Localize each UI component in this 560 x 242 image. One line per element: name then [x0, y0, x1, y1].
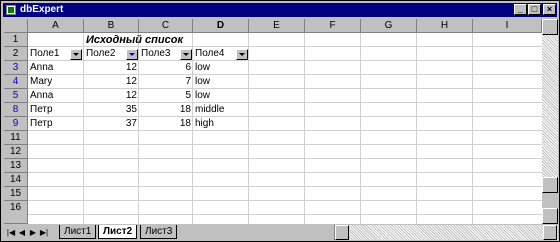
- gridline: [28, 144, 542, 145]
- row-header[interactable]: 14: [4, 173, 28, 187]
- data-cell[interactable]: low: [193, 75, 249, 89]
- column-header-f[interactable]: F: [305, 19, 361, 33]
- row-header[interactable]: 16: [4, 201, 28, 224]
- prev-sheet-icon[interactable]: ◀: [17, 226, 27, 239]
- column-header-d[interactable]: D: [193, 19, 249, 33]
- data-cell[interactable]: 18: [139, 103, 193, 117]
- row-header[interactable]: 1: [4, 33, 28, 47]
- minimize-button[interactable]: _: [514, 4, 527, 15]
- row-header[interactable]: 8: [4, 103, 28, 117]
- first-sheet-icon[interactable]: |◀: [6, 226, 16, 239]
- sheet-tab-active[interactable]: Лист2: [98, 225, 138, 239]
- data-cell[interactable]: 5: [139, 89, 193, 103]
- gridline: [304, 33, 305, 224]
- row-header[interactable]: 15: [4, 187, 28, 201]
- app-icon[interactable]: [6, 5, 16, 15]
- data-cell[interactable]: 12: [84, 89, 139, 103]
- vertical-scrollbar[interactable]: [542, 19, 558, 224]
- data-cell[interactable]: Петр: [28, 103, 84, 117]
- window-title: dbExpert: [20, 4, 64, 15]
- gridline: [28, 214, 542, 215]
- data-cell[interactable]: low: [193, 89, 249, 103]
- close-button[interactable]: ×: [543, 4, 556, 15]
- column-header-c[interactable]: C: [139, 19, 193, 33]
- filter-dropdown-field1[interactable]: [70, 49, 82, 60]
- select-all-corner[interactable]: [4, 19, 28, 33]
- sheet-tab-bar: |◀ ◀ ▶ ▶| Лист1 Лист2 Лист3: [4, 225, 558, 240]
- data-cell[interactable]: 37: [84, 117, 139, 131]
- data-cell[interactable]: 12: [84, 61, 139, 75]
- filter-dropdown-field4[interactable]: [236, 49, 248, 60]
- scroll-track[interactable]: [542, 35, 558, 193]
- column-header-h[interactable]: H: [417, 19, 473, 33]
- row-header[interactable]: 5: [4, 89, 28, 103]
- gridline: [416, 33, 417, 224]
- column-header-i[interactable]: I: [473, 19, 542, 33]
- next-sheet-icon[interactable]: ▶: [28, 226, 38, 239]
- column-header-b[interactable]: B: [84, 19, 139, 33]
- gridline: [28, 186, 542, 187]
- row-header[interactable]: 13: [4, 159, 28, 173]
- scroll-left-button[interactable]: [335, 225, 349, 240]
- maximize-button[interactable]: □: [528, 4, 541, 15]
- data-cell[interactable]: Anna: [28, 61, 84, 75]
- gridline: [472, 33, 473, 224]
- row-header[interactable]: 9: [4, 117, 28, 131]
- row-header[interactable]: 11: [4, 131, 28, 145]
- data-cell[interactable]: middle: [193, 103, 249, 117]
- sheet-tab[interactable]: Лист3: [140, 225, 178, 239]
- scroll-right-button[interactable]: [543, 225, 557, 240]
- row-header[interactable]: 2: [4, 47, 28, 61]
- data-cell[interactable]: 6: [139, 61, 193, 75]
- title-bar: dbExpert _ □ ×: [3, 3, 557, 17]
- horizontal-scrollbar[interactable]: [334, 225, 558, 240]
- filter-dropdown-field3[interactable]: [180, 49, 192, 60]
- last-sheet-icon[interactable]: ▶|: [39, 226, 49, 239]
- data-cell[interactable]: Anna: [28, 89, 84, 103]
- gridline: [28, 200, 542, 201]
- row-header[interactable]: 3: [4, 61, 28, 75]
- scroll-thumb[interactable]: [542, 177, 558, 193]
- data-cell[interactable]: 18: [139, 117, 193, 131]
- data-cell[interactable]: Mary: [28, 75, 84, 89]
- gridline: [28, 172, 542, 173]
- spreadsheet-grid[interactable]: A B C D E F G H I 1 2 3 4 5 8 9 11 12 13…: [4, 19, 542, 224]
- column-header-a[interactable]: A: [28, 19, 84, 33]
- column-header-e[interactable]: E: [249, 19, 305, 33]
- scroll-down-button[interactable]: [542, 208, 558, 224]
- gridline: [28, 158, 542, 159]
- row-header[interactable]: 12: [4, 145, 28, 159]
- list-title-cell[interactable]: Исходный список: [84, 33, 234, 47]
- data-cell[interactable]: 35: [84, 103, 139, 117]
- filter-dropdown-field2[interactable]: [126, 49, 138, 60]
- app-window: dbExpert _ □ × A B C D E F G H I 1 2 3 4…: [0, 0, 560, 242]
- data-cell[interactable]: 7: [139, 75, 193, 89]
- data-cell[interactable]: low: [193, 61, 249, 75]
- column-header-g[interactable]: G: [361, 19, 417, 33]
- scroll-up-button[interactable]: [542, 19, 558, 35]
- data-cell[interactable]: 12: [84, 75, 139, 89]
- data-cell[interactable]: high: [193, 117, 249, 131]
- sheet-tab[interactable]: Лист1: [59, 225, 97, 239]
- gridline: [360, 33, 361, 224]
- row-header[interactable]: 4: [4, 75, 28, 89]
- data-cell[interactable]: Петр: [28, 117, 84, 131]
